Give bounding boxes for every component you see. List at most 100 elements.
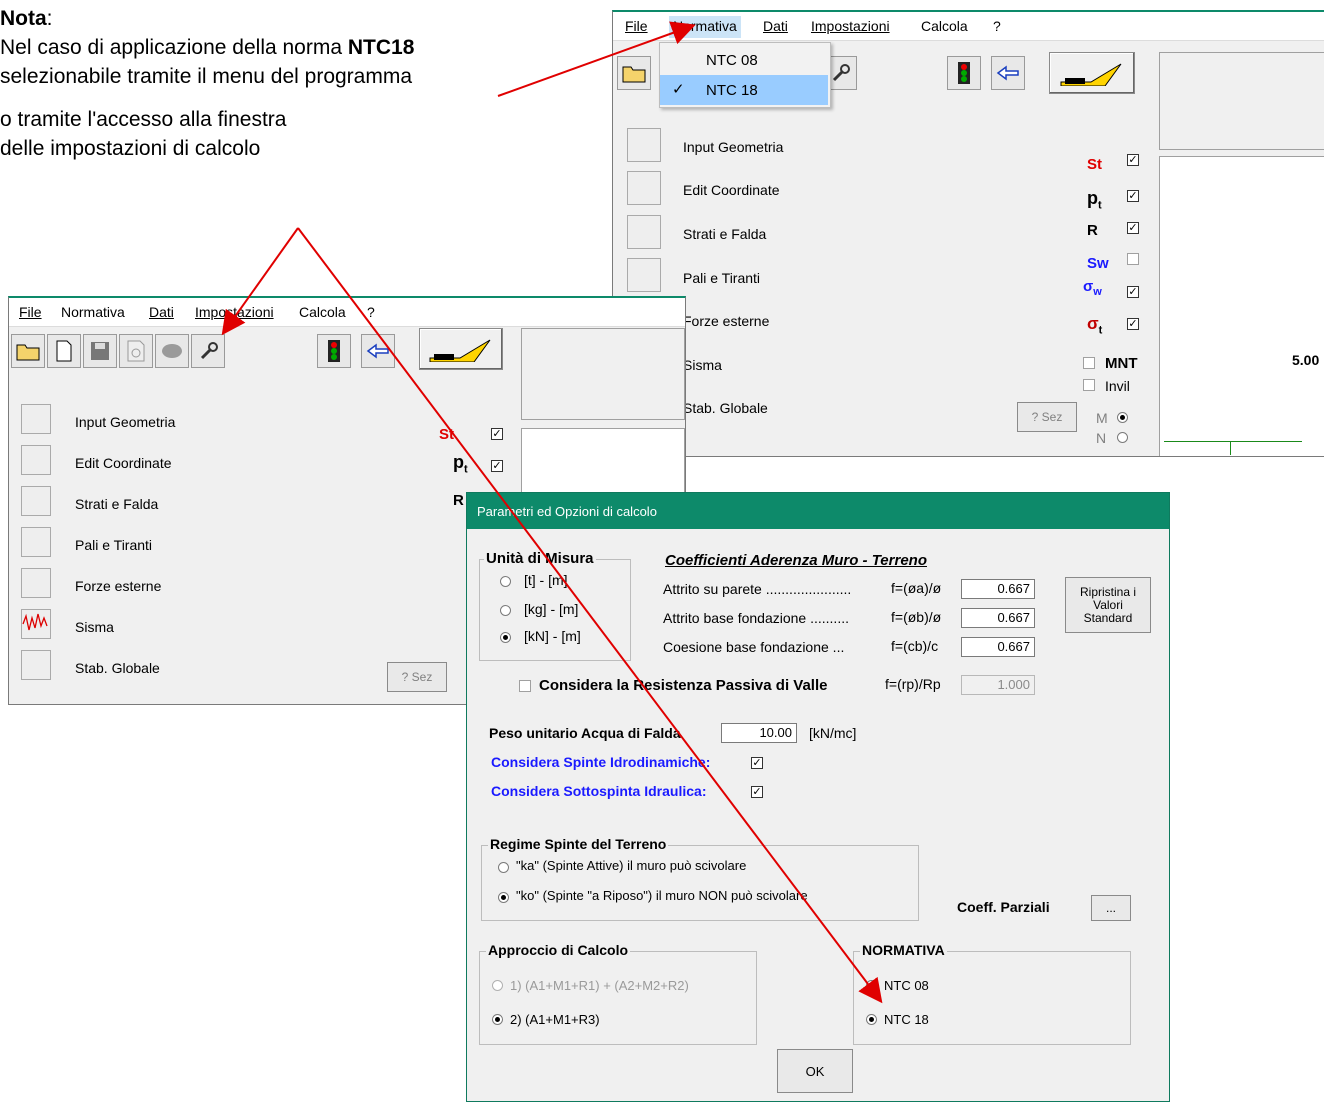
radio-approach-2[interactable]: [492, 1014, 503, 1025]
checkbox-r[interactable]: ✓: [1127, 222, 1139, 234]
checkbox-sigma-w[interactable]: ✓: [1127, 286, 1139, 298]
checkbox2-st[interactable]: ✓: [491, 428, 503, 440]
menu2-calcola[interactable]: Calcola: [299, 304, 346, 320]
side-stab-globale[interactable]: Stab. Globale: [683, 400, 768, 416]
traffic-light-button[interactable]: [947, 56, 981, 90]
water-input[interactable]: 10.00: [721, 723, 797, 743]
side-strati-falda[interactable]: Strati e Falda: [683, 226, 766, 242]
menu-calcola[interactable]: Calcola: [921, 18, 968, 34]
print-button[interactable]: [155, 334, 189, 368]
menu-file[interactable]: File: [625, 18, 648, 34]
side-sisma[interactable]: Sisma: [683, 357, 722, 373]
forze-esterne-icon[interactable]: [21, 568, 51, 598]
coeff-row-1-input[interactable]: 0.667: [961, 579, 1035, 599]
checkbox-invil[interactable]: [1083, 379, 1095, 391]
checkbox-sw[interactable]: [1127, 253, 1139, 265]
dropdown-ntc18[interactable]: ✓ NTC 18: [660, 75, 828, 105]
preview-button[interactable]: [119, 334, 153, 368]
coeff-row-2-label: Attrito base fondazione ..........: [663, 610, 849, 626]
sez2-button[interactable]: ? Sez: [387, 662, 447, 692]
new-button[interactable]: [47, 334, 81, 368]
radio-n[interactable]: [1117, 432, 1128, 443]
radio-approach-1[interactable]: [492, 980, 503, 991]
checkbox-hydro-uplift[interactable]: ✓: [751, 786, 763, 798]
edit-coordinate-icon[interactable]: [627, 171, 661, 205]
flag-sigma-t: σt: [1087, 314, 1102, 336]
checkbox-passive[interactable]: [519, 680, 531, 692]
checkbox2-pt[interactable]: ✓: [491, 460, 503, 472]
radio-ntc18[interactable]: [866, 1014, 877, 1025]
reset-standard-button[interactable]: Ripristina i Valori Standard: [1065, 577, 1151, 633]
radio-ko[interactable]: [498, 892, 509, 903]
open-button[interactable]: [11, 334, 45, 368]
dropdown-ntc08[interactable]: NTC 08: [660, 45, 828, 75]
checkbox-st[interactable]: ✓: [1127, 154, 1139, 166]
normativa-option-ntc18: NTC 18: [884, 1012, 929, 1027]
menu2-help[interactable]: ?: [367, 304, 375, 320]
checkbox-mnt[interactable]: [1083, 357, 1095, 369]
sisma-icon[interactable]: [21, 609, 51, 639]
side2-stab-globale[interactable]: Stab. Globale: [75, 660, 160, 676]
menu2-impostazioni[interactable]: Impostazioni: [195, 304, 274, 320]
units-option-3: [kN] - [m]: [524, 628, 581, 644]
traffic-light-button[interactable]: [317, 334, 351, 368]
side-input-geometria[interactable]: Input Geometria: [683, 139, 783, 155]
sez-button[interactable]: ? Sez: [1017, 402, 1077, 432]
menu2-dati[interactable]: Dati: [149, 304, 174, 320]
side2-strati-falda[interactable]: Strati e Falda: [75, 496, 158, 512]
side2-pali-tiranti[interactable]: Pali e Tiranti: [75, 537, 152, 553]
wall-shape-button[interactable]: [419, 328, 503, 370]
radio-kg-m[interactable]: [500, 605, 511, 616]
pali-tiranti-icon[interactable]: [21, 527, 51, 557]
radio-kn-m[interactable]: [500, 632, 511, 643]
side-edit-coordinate[interactable]: Edit Coordinate: [683, 182, 780, 198]
coeff-row-2-input[interactable]: 0.667: [961, 608, 1035, 628]
menu2-normativa[interactable]: Normativa: [61, 304, 125, 320]
coeff-row-3-input[interactable]: 0.667: [961, 637, 1035, 657]
pali-tiranti-icon[interactable]: [627, 258, 661, 292]
menu-help[interactable]: ?: [993, 18, 1001, 34]
side-forze-esterne[interactable]: Forze esterne: [683, 313, 769, 329]
checkbox-sigma-t[interactable]: ✓: [1127, 318, 1139, 330]
ok-button[interactable]: OK: [777, 1049, 853, 1093]
radio-m[interactable]: [1117, 412, 1128, 423]
side2-input-geometria[interactable]: Input Geometria: [75, 414, 175, 430]
ground-marker: [1230, 441, 1231, 455]
note-line-2: selezionabile tramite il menu del progra…: [0, 65, 413, 88]
side2-edit-coordinate[interactable]: Edit Coordinate: [75, 455, 172, 471]
strati-falda-icon[interactable]: [21, 486, 51, 516]
menu2-file[interactable]: File: [19, 304, 42, 320]
menu-impostazioni[interactable]: Impostazioni: [811, 18, 890, 34]
settings-button[interactable]: [191, 334, 225, 368]
back-button[interactable]: [991, 56, 1025, 90]
stab-globale-icon[interactable]: [21, 650, 51, 680]
side2-sisma[interactable]: Sisma: [75, 619, 114, 635]
strati-falda-icon[interactable]: [627, 215, 661, 249]
side-pali-tiranti[interactable]: Pali e Tiranti: [683, 270, 760, 286]
menu-normativa[interactable]: Normativa: [669, 16, 741, 38]
coeff-row-3-formula: f=(cb)/c: [891, 638, 939, 654]
save-button[interactable]: [83, 334, 117, 368]
main-menubar: File Normativa Dati Impostazioni Calcola…: [613, 12, 1324, 41]
regime-title: Regime Spinte del Terreno: [488, 836, 669, 852]
radio-ka[interactable]: [498, 862, 509, 873]
edit-coordinate-icon[interactable]: [21, 445, 51, 475]
units-title: Unità di Misura: [484, 550, 596, 567]
passive-input[interactable]: 1.000: [961, 675, 1035, 695]
radio-ntc08[interactable]: [866, 980, 877, 991]
wall-shape-button[interactable]: [1049, 52, 1135, 94]
back-button[interactable]: [361, 334, 395, 368]
coeff-row-1-label: Attrito su parete ......................: [663, 581, 852, 597]
checkbox-hydro-dynamic[interactable]: ✓: [751, 757, 763, 769]
coeff-parziali-button[interactable]: ...: [1091, 895, 1131, 921]
input-geometria-icon[interactable]: [627, 128, 661, 162]
note-line-3: o tramite l'accesso alla finestra: [0, 108, 287, 131]
checkbox-pt[interactable]: ✓: [1127, 190, 1139, 202]
passive-formula: f=(rp)/Rp: [885, 676, 941, 692]
radio-t-m[interactable]: [500, 576, 511, 587]
side2-forze-esterne[interactable]: Forze esterne: [75, 578, 161, 594]
dialog-titlebar: Parametri ed Opzioni di calcolo: [467, 493, 1169, 529]
input-geometria-icon[interactable]: [21, 404, 51, 434]
open-folder-button[interactable]: [617, 56, 651, 90]
menu-dati[interactable]: Dati: [763, 18, 788, 34]
